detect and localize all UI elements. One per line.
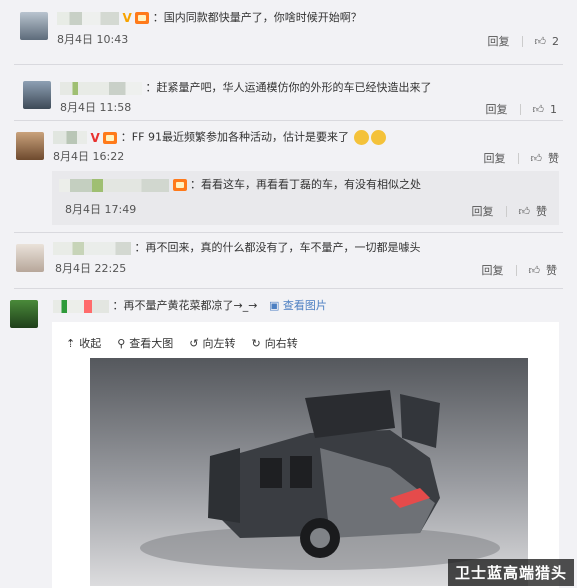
divider [517, 152, 519, 164]
comment-item: ：赶紧量产吧，华人运通模仿你的外形的车已经快造出来了 8月4日 11:58 回复… [0, 66, 577, 120]
username[interactable] [53, 131, 87, 144]
image-icon: ▣ [268, 299, 280, 312]
like-label[interactable]: 赞 [548, 150, 559, 166]
username[interactable] [53, 299, 109, 313]
level-icon [103, 131, 118, 144]
comment-text: ：再不回来，真的什么都没有了，车不量产，一切都是噱头 [134, 241, 421, 254]
timestamp: 8月4日 17:49 [65, 203, 137, 216]
view-image-link[interactable]: ▣ 查看图片 [269, 299, 327, 312]
comment-item: V ：国内同款都快量产了，你啥时候开始啊？ 8月4日 10:43 回复 👍︎ 2 [0, 0, 577, 60]
reply-button[interactable]: 回复 [488, 33, 510, 49]
rotate-right-icon: ↻ [251, 336, 261, 350]
comment-text: ：看看这车，再看看丁磊的车，有没有相似之处 [190, 178, 421, 191]
avatar[interactable] [16, 132, 44, 160]
collapse-icon: ⇡ [66, 336, 76, 350]
like-count: 1 [550, 102, 557, 116]
rotate-left-button[interactable]: ↺ 向左转 [189, 335, 235, 351]
timestamp: 8月4日 16:22 [53, 150, 125, 163]
divider [515, 264, 517, 276]
divider [519, 103, 521, 115]
vip-icon: V [122, 11, 132, 25]
like-icon[interactable]: 👍︎ [531, 152, 543, 165]
timestamp: 8月4日 10:43 [57, 33, 129, 46]
like-icon[interactable]: 👍︎ [535, 35, 547, 48]
avatar[interactable] [10, 300, 38, 328]
divider [14, 232, 563, 233]
level-icon [172, 179, 187, 191]
car-photo[interactable] [90, 358, 528, 586]
reply-button[interactable]: 回复 [482, 262, 504, 278]
emoji-icon [354, 130, 370, 145]
username[interactable] [57, 11, 119, 25]
watermark: 卫士蓝高端猎头 [447, 559, 574, 586]
image-toolbar: ⇡ 收起 ⚲ 查看大图 ↺ 向左转 ↻ 向右转 [66, 335, 298, 351]
reply-box: ：看看这车，再看看丁磊的车，有没有相似之处 8月4日 17:49 回复 👍︎ 赞 [52, 171, 559, 225]
emoji-icon [371, 130, 387, 145]
timestamp: 8月4日 11:58 [60, 101, 132, 114]
car-illustration [90, 358, 528, 586]
vip-icon: V [90, 130, 100, 145]
divider [14, 288, 563, 289]
like-label[interactable]: 赞 [546, 262, 557, 278]
comment-text: ：国内同款都快量产了，你啥时候开始啊？ [152, 11, 362, 24]
comment-text: ：赶紧量产吧，华人运通模仿你的外形的车已经快造出来了 [145, 81, 432, 94]
like-icon[interactable]: 👍︎ [529, 264, 541, 277]
comment-text: ：FF 91最近频繁参加各种活动，估计是要来了 [120, 130, 349, 144]
view-large-button[interactable]: ⚲ 查看大图 [117, 335, 173, 351]
comment-item: ：再不回来，真的什么都没有了，车不量产，一切都是噱头 8月4日 22:25 回复… [0, 234, 577, 286]
collapse-button[interactable]: ⇡ 收起 [66, 335, 101, 351]
rotate-left-icon: ↺ [189, 336, 199, 350]
reply-button[interactable]: 回复 [472, 203, 494, 219]
username[interactable] [60, 81, 142, 95]
timestamp: 8月4日 22:25 [55, 262, 127, 275]
rotate-right-button[interactable]: ↻ 向右转 [252, 335, 298, 351]
divider [521, 35, 523, 47]
divider [505, 205, 507, 217]
divider [14, 120, 563, 121]
username[interactable] [59, 178, 169, 192]
like-icon[interactable]: 👍︎ [519, 205, 531, 218]
like-label[interactable]: 赞 [536, 203, 547, 219]
comment-text: ：再不量产黄花菜都凉了→_→ [112, 299, 258, 312]
like-count: 2 [552, 34, 559, 48]
level-icon [135, 12, 150, 24]
username[interactable] [53, 241, 131, 255]
reply-button[interactable]: 回复 [484, 150, 506, 166]
divider [14, 64, 563, 65]
like-icon[interactable]: 👍︎ [533, 103, 545, 116]
avatar[interactable] [23, 81, 51, 109]
reply-button[interactable]: 回复 [486, 101, 508, 117]
magnifier-icon: ⚲ [117, 336, 126, 350]
avatar[interactable] [16, 244, 44, 272]
avatar[interactable] [20, 12, 48, 40]
